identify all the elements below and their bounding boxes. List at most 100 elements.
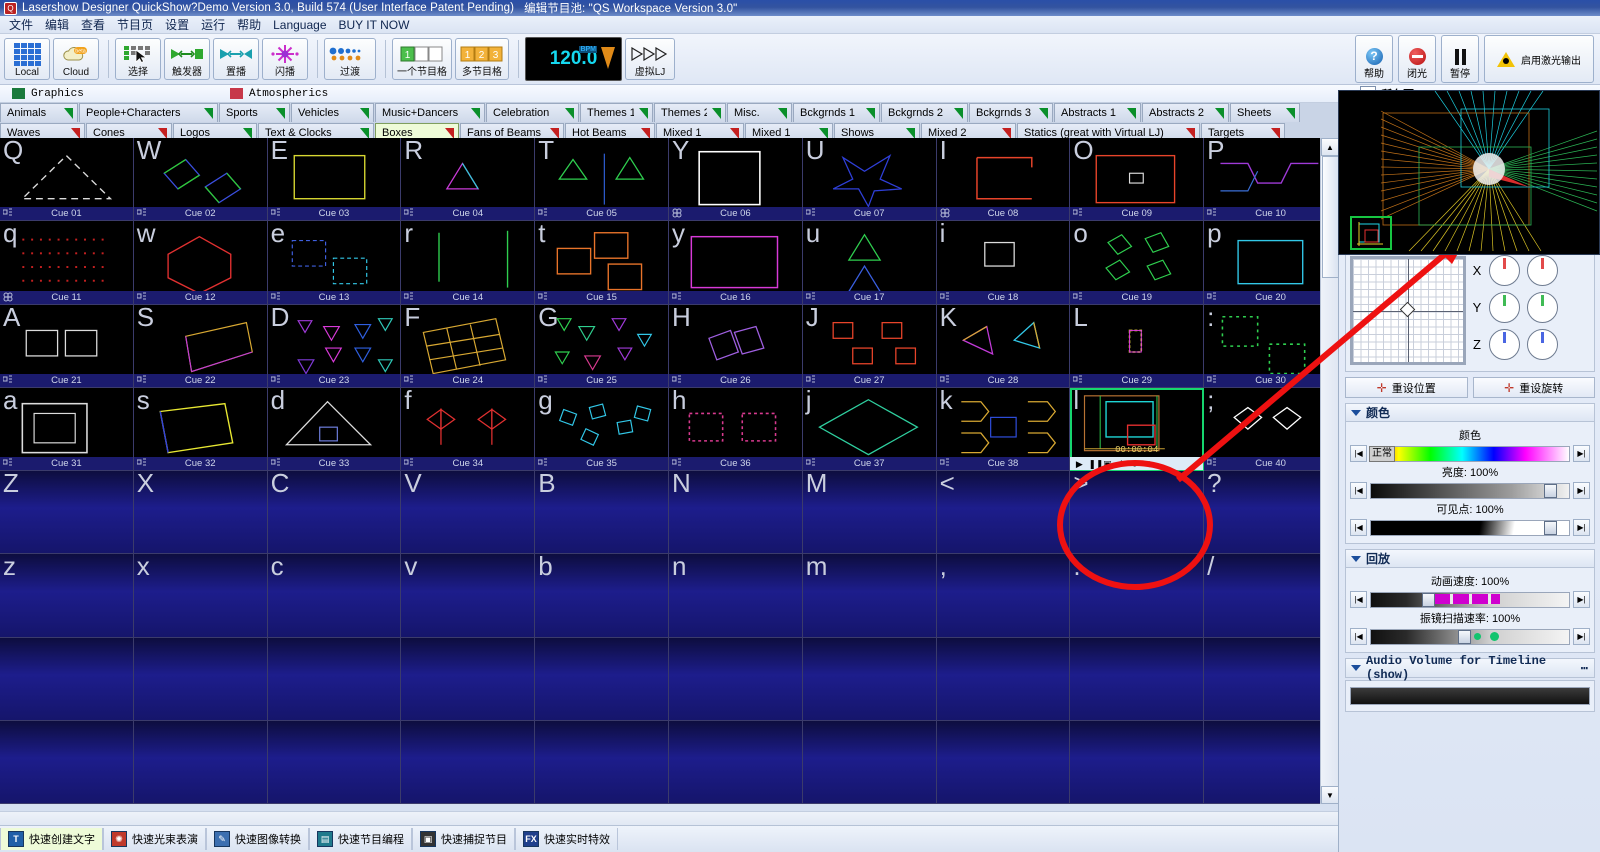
cue-cell-cue-29[interactable]: LCue 29 [1070,305,1204,388]
cue-cell-empty[interactable]: X [134,471,268,554]
cue-cell-cue-37[interactable]: jCue 37 [803,388,937,471]
cue-cell-cue-36[interactable]: hCue 36 [669,388,803,471]
audio-group-header[interactable]: Audio Volume for Timeline (show) ⋯ [1345,658,1595,678]
cue-cell-empty[interactable] [268,721,402,804]
cue-cell-empty[interactable]: . [1070,554,1204,637]
cue-cell-cue-08[interactable]: ICue 08 [937,138,1071,221]
scan-rate-max-button[interactable]: ▶| [1573,628,1590,645]
cue-cell-empty[interactable] [535,721,669,804]
transition-button[interactable]: 过渡 [324,38,376,80]
triangle-green-icon[interactable] [954,108,963,119]
cue-cell-cue-33[interactable]: dCue 33 [268,388,402,471]
triangle-green-icon[interactable] [360,128,369,139]
cue-cell-empty[interactable] [1204,721,1338,804]
cue-cell-cue-11[interactable]: qCue 11 [0,221,134,304]
virtual-lj-button[interactable]: 虚拟LJ [625,38,675,80]
help-button[interactable]: ? 帮助 [1355,35,1393,83]
knob-y-position[interactable] [1489,292,1520,323]
cue-cell-empty[interactable] [803,638,937,721]
quick-tool-program[interactable]: ▤快速节目编程 [309,828,412,850]
menu-item-file[interactable]: 文件 [4,15,38,34]
triangle-green-icon[interactable] [778,108,787,119]
cue-cell-empty[interactable] [1204,638,1338,721]
cue-cell-empty[interactable]: m [803,554,937,637]
cue-cell-empty[interactable]: z [0,554,134,637]
color-hue-track[interactable]: 正常 [1370,446,1570,462]
triangle-green-icon[interactable] [565,108,574,119]
tab-animals[interactable]: Animals [0,103,78,122]
scrollbar-thumb[interactable] [1322,156,1339,278]
multi-cue-grid-button[interactable]: 1 2 3 多节目格 [455,38,509,80]
anim-speed-track[interactable] [1370,592,1570,608]
cue-cell-cue-40[interactable]: ;Cue 40 [1204,388,1338,471]
color-max-button[interactable]: ▶| [1573,445,1590,462]
tab-vehicles[interactable]: Vehicles [291,103,374,122]
triangle-red-icon[interactable] [1002,128,1011,139]
cue-cell-cue-12[interactable]: wCue 12 [134,221,268,304]
triangle-red-icon[interactable] [158,128,167,139]
cue-cell-cue-05[interactable]: TCue 05 [535,138,669,221]
cue-cell-empty[interactable]: N [669,471,803,554]
cue-size-icon[interactable]: ⊕ [1144,459,1154,469]
cue-cell-cue-32[interactable]: sCue 32 [134,388,268,471]
color-group-header[interactable]: 颜色 [1345,403,1595,422]
brightness-thumb[interactable] [1544,484,1557,498]
triangle-green-icon[interactable] [712,108,721,119]
one-cue-grid-button[interactable]: 1 一个节目格 [392,38,452,80]
position-pad-cursor[interactable] [1400,302,1416,318]
audio-volume-bar[interactable] [1350,687,1590,705]
pause-button[interactable]: 暂停 [1441,35,1479,83]
select-button[interactable]: 选择 [115,38,161,80]
anim-speed-min-button[interactable]: |◀ [1350,591,1367,608]
visible-points-min-button[interactable]: |◀ [1350,519,1367,536]
knob-x-rotation[interactable] [1527,255,1558,286]
cue-cell-empty[interactable] [0,638,134,721]
tab-music-dancers[interactable]: Music+Dancers [375,103,485,122]
visible-points-track[interactable] [1370,520,1570,536]
brightness-min-button[interactable]: |◀ [1350,482,1367,499]
triangle-green-icon[interactable] [819,128,828,139]
cue-cell-empty[interactable]: b [535,554,669,637]
tab-abstracts-2[interactable]: Abstracts 2 [1142,103,1229,122]
menu-item-pages[interactable]: 节目页 [112,15,158,34]
cue-cell-empty[interactable]: > [1070,471,1204,554]
cue-cell-empty[interactable]: M [803,471,937,554]
triangle-red-icon[interactable] [550,128,559,139]
brightness-max-button[interactable]: ▶| [1573,482,1590,499]
cue-cell-empty[interactable] [937,721,1071,804]
menu-item-settings[interactable]: 设置 [160,15,194,34]
quick-tool-image-convert[interactable]: ✎快速图像转换 [206,828,309,850]
color-slider-row[interactable]: |◀ 正常 ▶| [1350,445,1590,462]
triangle-red-icon[interactable] [1186,128,1195,139]
scroll-down-arrow[interactable]: ▼ [1321,786,1339,804]
blackout-button[interactable]: 闭光 [1398,35,1436,83]
cue-cell-empty[interactable]: V [401,471,535,554]
cue-cell-cue-24[interactable]: FCue 24 [401,305,535,388]
menu-item-language[interactable]: Language [268,17,331,33]
cue-cell-cue-26[interactable]: HCue 26 [669,305,803,388]
knob-x-position[interactable] [1489,255,1520,286]
knob-z-rotation[interactable] [1527,329,1558,360]
cloud-button[interactable]: beta Cloud [53,38,99,80]
cue-cell-empty[interactable] [401,721,535,804]
cue-cell-cue-20[interactable]: pCue 20 [1204,221,1338,304]
menu-item-edit[interactable]: 编辑 [40,15,74,34]
cue-pause-icon[interactable]: ❚❚ [1088,459,1098,469]
cue-cell-empty[interactable] [134,721,268,804]
cue-cell-cue-34[interactable]: fCue 34 [401,388,535,471]
audio-group-more-icon[interactable]: ⋯ [1581,661,1594,676]
triangle-red-icon[interactable] [641,128,650,139]
cue-cell-empty[interactable] [1070,638,1204,721]
cue-cell-empty[interactable] [1070,721,1204,804]
tab-bckgrnds-1[interactable]: Bckgrnds 1 [793,103,880,122]
reset-rotation-button[interactable]: ✛ 重设旋转 [1473,377,1596,398]
cue-cell-empty[interactable] [0,721,134,804]
quick-tool-text[interactable]: T快速创建文字 [0,828,103,850]
cue-grid-scrollbar[interactable]: ▲ ▼ [1320,138,1339,804]
cue-cell-empty[interactable]: c [268,554,402,637]
cue-cell-empty[interactable]: / [1204,554,1338,637]
cue-cell-cue-19[interactable]: oCue 19 [1070,221,1204,304]
cue-cell-empty[interactable] [669,638,803,721]
flash-button[interactable]: 闪播 [262,38,308,80]
cue-playback-bar[interactable]: ▶❚❚▣✛⟳⊕ [1070,457,1204,470]
